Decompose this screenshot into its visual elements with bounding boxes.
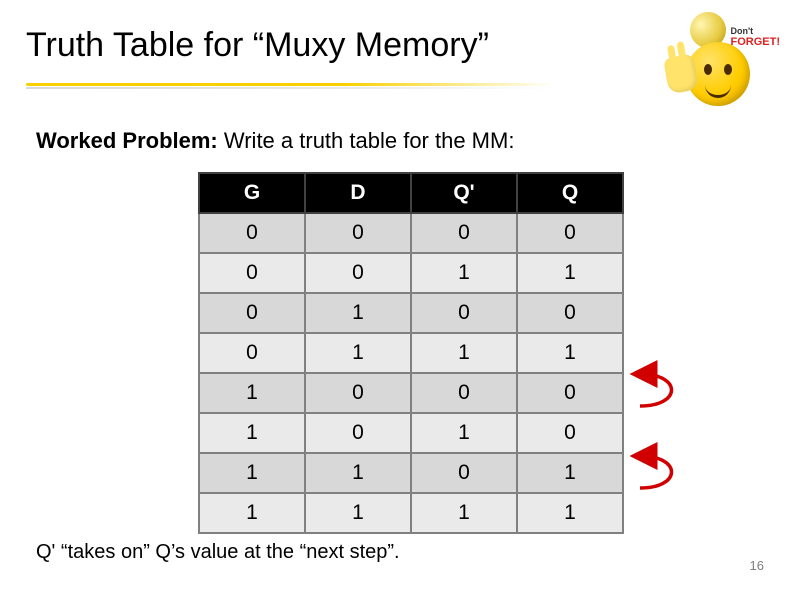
subtitle-bold: Worked Problem:	[36, 128, 218, 153]
cell: 1	[199, 493, 305, 533]
cell: 1	[305, 453, 411, 493]
table-row: 1010	[199, 413, 623, 453]
cell: 0	[199, 333, 305, 373]
cell: 0	[411, 293, 517, 333]
cell: 1	[411, 493, 517, 533]
sticker-label: Don't FORGET!	[731, 26, 781, 48]
cell: 0	[411, 373, 517, 413]
table-row: 1101	[199, 453, 623, 493]
cell: 0	[517, 293, 623, 333]
truth-table: G D Q' Q 0000 0011 0100 0111 1000 1010 1…	[198, 172, 624, 534]
table-row: 0100	[199, 293, 623, 333]
cell: 0	[305, 413, 411, 453]
cell: 1	[305, 293, 411, 333]
col-header: G	[199, 173, 305, 213]
table-row: 1111	[199, 493, 623, 533]
cell: 1	[411, 253, 517, 293]
cell: 1	[517, 333, 623, 373]
cell: 1	[305, 333, 411, 373]
cell: 1	[517, 253, 623, 293]
subtitle: Worked Problem: Write a truth table for …	[36, 128, 514, 154]
table-row: 0000	[199, 213, 623, 253]
cell: 0	[305, 213, 411, 253]
title-underline	[26, 83, 556, 86]
subtitle-rest: Write a truth table for the MM:	[218, 128, 515, 153]
feedback-arrow-icon	[630, 360, 700, 416]
table-header-row: G D Q' Q	[199, 173, 623, 213]
sticker-label-top: Don't	[731, 26, 781, 36]
cell: 0	[199, 253, 305, 293]
table-row: 0111	[199, 333, 623, 373]
table-row: 1000	[199, 373, 623, 413]
cell: 1	[411, 333, 517, 373]
cell: 1	[199, 453, 305, 493]
page-number: 16	[750, 558, 764, 573]
cell: 0	[517, 373, 623, 413]
cell: 0	[411, 453, 517, 493]
cell: 0	[199, 213, 305, 253]
cell: 1	[199, 413, 305, 453]
feedback-arrow-icon	[630, 442, 700, 498]
cell: 1	[517, 493, 623, 533]
cell: 1	[411, 413, 517, 453]
page-title: Truth Table for “Muxy Memory”	[26, 26, 489, 65]
footnote: Q' “takes on” Q’s value at the “next ste…	[36, 541, 400, 564]
col-header: Q'	[411, 173, 517, 213]
table-row: 0011	[199, 253, 623, 293]
cell: 0	[517, 413, 623, 453]
cell: 0	[305, 253, 411, 293]
col-header: D	[305, 173, 411, 213]
sticker-label-bottom: FORGET!	[731, 36, 781, 48]
col-header: Q	[517, 173, 623, 213]
cell: 0	[517, 213, 623, 253]
dont-forget-sticker: Don't FORGET!	[656, 16, 776, 106]
cell: 0	[199, 293, 305, 333]
cell: 0	[411, 213, 517, 253]
cell: 1	[199, 373, 305, 413]
cell: 1	[305, 493, 411, 533]
cell: 1	[517, 453, 623, 493]
cell: 0	[305, 373, 411, 413]
